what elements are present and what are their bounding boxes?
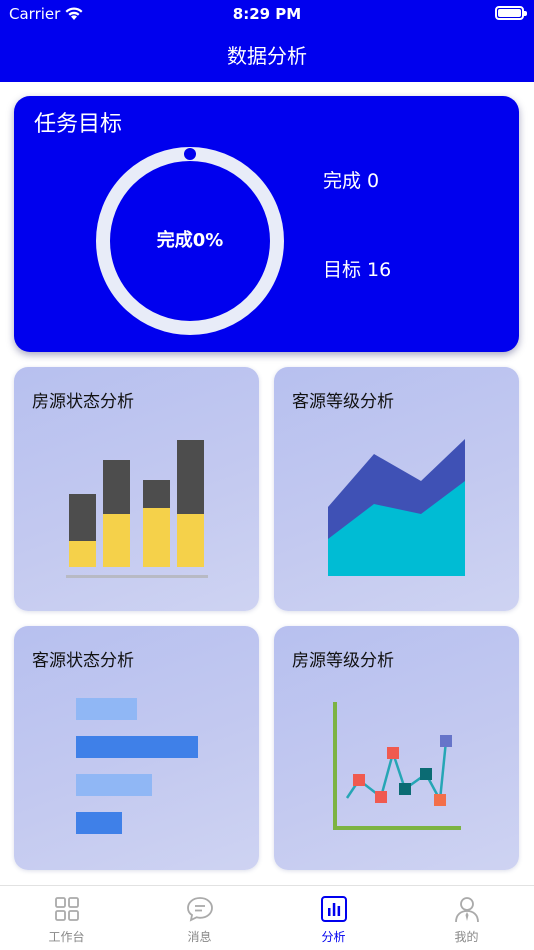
horizontal-bar-chart-icon <box>76 698 198 834</box>
area-chart-icon <box>328 439 465 576</box>
task-goal-card[interactable]: 任务目标 完成0% 完成 0 目标 16 <box>14 96 519 352</box>
tab-label: 分析 <box>321 930 346 944</box>
progress-ring-knob <box>184 148 196 160</box>
client-status-analysis-card[interactable]: 客源状态分析 <box>14 626 259 870</box>
target-count: 目标 16 <box>323 259 392 281</box>
page-title: 数据分析 <box>227 44 307 68</box>
completed-count: 完成 0 <box>323 170 380 192</box>
grid-icon <box>55 897 79 921</box>
house-status-analysis-card[interactable]: 房源状态分析 <box>14 367 259 611</box>
top-bar: Carrier 8:29 PM 数据分析 <box>0 0 534 82</box>
tab-messages[interactable]: 消息 <box>133 886 266 950</box>
person-icon <box>455 897 479 923</box>
tab-label: 我的 <box>454 930 479 944</box>
client-level-analysis-card[interactable]: 客源等级分析 <box>274 367 519 611</box>
tab-profile[interactable]: 我的 <box>400 886 533 950</box>
tab-bar: 工作台 消息 分析 我的 <box>0 885 534 950</box>
tab-analysis[interactable]: 分析 <box>267 886 400 950</box>
tab-label: 工作台 <box>48 930 85 944</box>
line-chart-icon <box>333 702 461 830</box>
clock: 8:29 PM <box>232 5 302 23</box>
status-bar: Carrier 8:29 PM <box>0 0 534 30</box>
tab-workbench[interactable]: 工作台 <box>0 886 133 950</box>
message-icon <box>187 897 213 922</box>
house-level-analysis-card[interactable]: 房源等级分析 <box>274 626 519 870</box>
task-card-title: 任务目标 <box>34 112 123 137</box>
progress-label: 完成0% <box>156 230 224 251</box>
bar-chart-icon <box>321 896 347 922</box>
battery-icon <box>495 6 527 20</box>
stacked-bar-chart-icon <box>66 440 208 578</box>
tab-label: 消息 <box>187 930 212 944</box>
